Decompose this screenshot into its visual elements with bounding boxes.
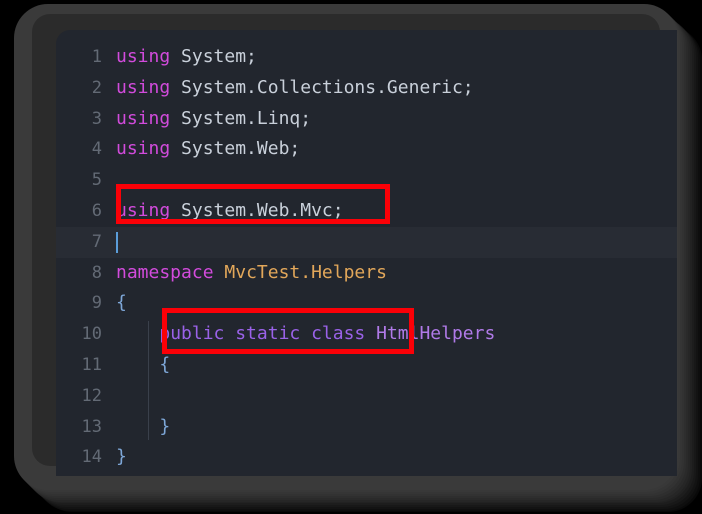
code-token: using	[116, 46, 171, 67]
line-number: 5	[91, 170, 102, 191]
line-number: 3	[91, 108, 102, 129]
code-line-text: using System.Linq;	[116, 104, 311, 135]
code-line-text: }	[116, 412, 170, 443]
code-line-text: using System.Web.Mvc;	[116, 196, 344, 227]
code-token: using	[116, 138, 171, 160]
code-line-text: using System.Web;	[116, 134, 300, 165]
line-number: 14	[81, 447, 102, 468]
code-line[interactable]: 14}	[56, 442, 677, 473]
code-line-text: using System;	[116, 42, 257, 73]
code-token: }	[159, 415, 171, 437]
code-area[interactable]: 1 using System; 2 using System.Collections.…	[56, 30, 677, 476]
code-line[interactable]: 4 using System.Web;	[56, 134, 677, 165]
code-line-text: public static class HtmlHelpers	[116, 319, 495, 350]
code-line[interactable]: 9{	[56, 288, 677, 319]
code-token: using	[116, 200, 171, 221]
code-token: {	[116, 292, 127, 314]
line-number: 9	[91, 293, 102, 314]
line-number: 2	[91, 77, 102, 98]
text-caret	[116, 231, 118, 253]
code-token: public static class	[159, 323, 366, 345]
indent-guide	[148, 321, 149, 441]
code-line-text: }	[116, 442, 127, 473]
code-token: HtmlHelpers	[376, 323, 496, 345]
code-line[interactable]: 7	[56, 226, 677, 258]
code-token: System.Web.Mvc;	[181, 200, 344, 221]
code-token: System.Linq;	[181, 107, 312, 129]
code-line[interactable]: 11 {	[56, 350, 677, 381]
code-line-text: using System.Collections.Generic;	[116, 73, 474, 104]
code-token: System.Web;	[181, 138, 301, 160]
code-line[interactable]: 3 using System.Linq;	[56, 104, 677, 135]
code-line[interactable]: 12	[56, 381, 677, 412]
line-number: 1	[91, 47, 102, 67]
code-token: }	[116, 446, 127, 468]
code-token: using	[116, 76, 171, 98]
code-token: System.Collections.Generic;	[181, 76, 474, 98]
code-line-text: {	[116, 350, 170, 381]
code-line-text: {	[116, 288, 127, 319]
code-token: MvcTest.Helpers	[224, 261, 387, 283]
code-line[interactable]: 2 using System.Collections.Generic;	[56, 73, 677, 104]
code-line[interactable]: 6 using System.Web.Mvc;	[56, 196, 677, 227]
code-token: {	[159, 354, 171, 375]
code-line[interactable]: 8 namespace MvcTest.Helpers	[56, 258, 677, 289]
code-line[interactable]: 1 using System;	[56, 42, 677, 73]
code-token: namespace	[116, 261, 214, 283]
code-line-text: namespace MvcTest.Helpers	[116, 258, 387, 289]
line-number: 8	[91, 262, 102, 283]
line-number: 6	[91, 201, 102, 221]
code-line[interactable]: 13 }	[56, 412, 677, 443]
code-line[interactable]: 10 public static class HtmlHelpers	[56, 319, 677, 350]
code-token: System;	[181, 46, 257, 67]
line-number: 10	[81, 324, 102, 345]
line-number: 11	[81, 355, 102, 375]
code-token: using	[116, 107, 171, 129]
line-number: 7	[91, 231, 102, 252]
code-editor[interactable]: 1 using System; 2 using System.Collections.…	[56, 30, 677, 476]
line-number: 13	[81, 416, 102, 437]
window-frame-shadow: 1 using System; 2 using System.Collections.…	[14, 4, 678, 490]
code-line[interactable]: 5	[56, 165, 677, 196]
line-number: 4	[91, 139, 102, 160]
line-number: 12	[81, 385, 102, 406]
window-frame-inner: 1 using System; 2 using System.Collections.…	[32, 14, 677, 476]
